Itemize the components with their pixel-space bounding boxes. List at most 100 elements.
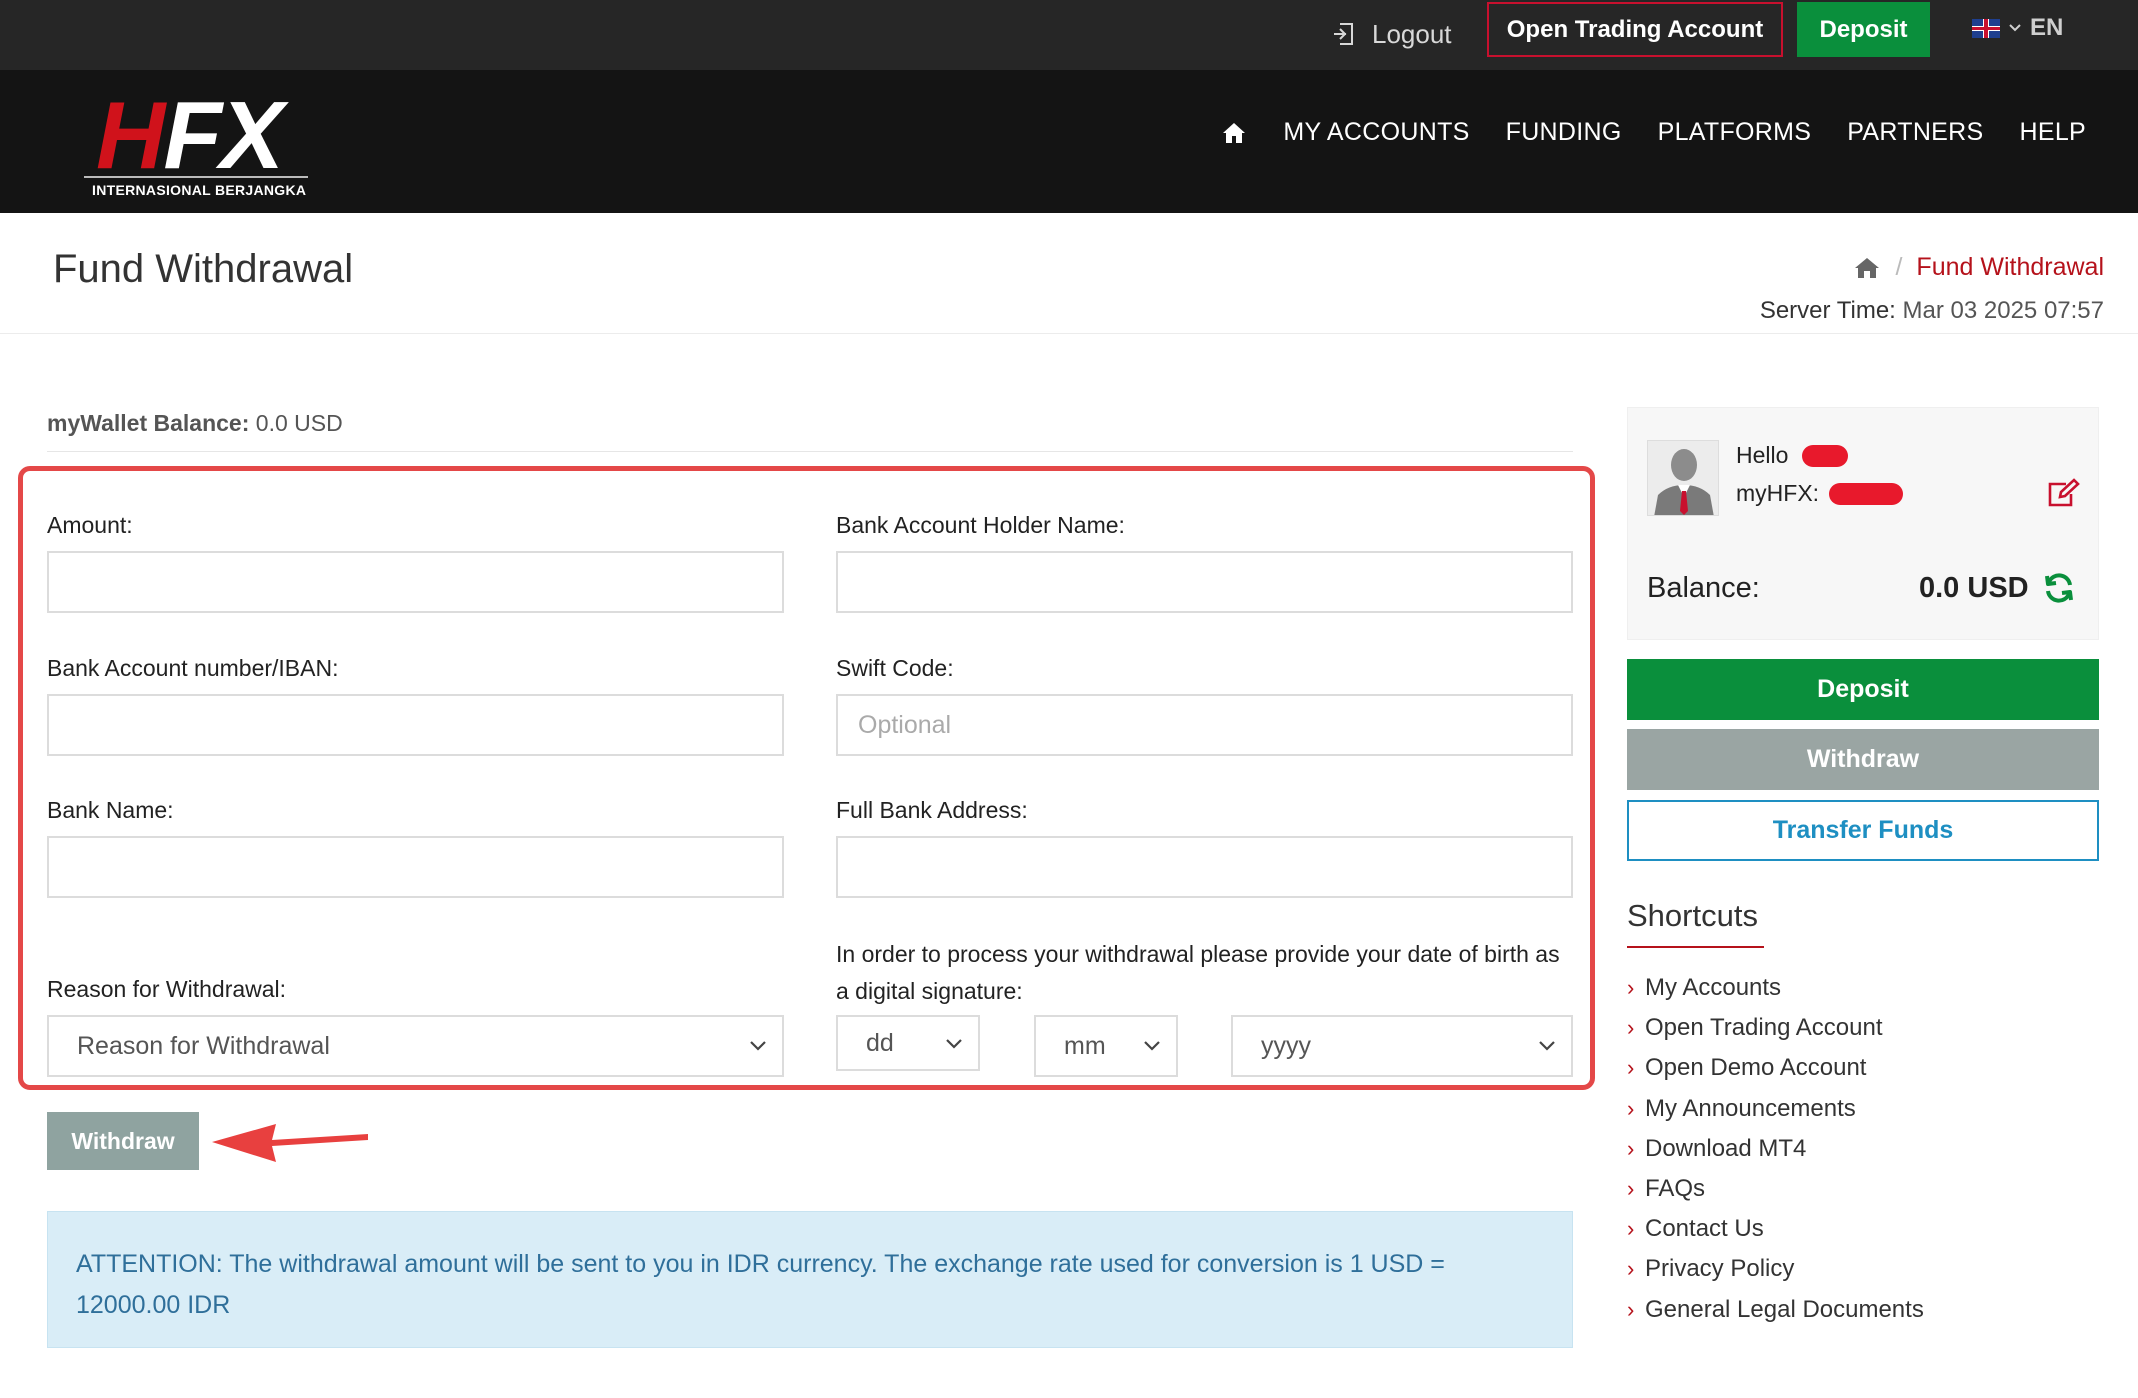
myhfx-label: myHFX:: [1736, 480, 1820, 506]
page-title: Fund Withdrawal: [53, 247, 354, 291]
home-icon[interactable]: [1853, 256, 1881, 280]
chevron-right-icon: ›: [1627, 1135, 1635, 1161]
wallet-balance: myWallet Balance: 0.0 USD: [47, 410, 343, 437]
chevron-right-icon: ›: [1627, 975, 1635, 1001]
chevron-right-icon: ›: [1627, 1015, 1635, 1041]
main-header: HFX INTERNASIONAL BERJANGKA MY ACCOUNTS …: [0, 70, 2138, 213]
bank-name-input[interactable]: [47, 836, 784, 898]
iban-input[interactable]: [47, 694, 784, 756]
amount-input[interactable]: [47, 551, 784, 613]
sidebar-transfer-funds-button[interactable]: Transfer Funds: [1627, 800, 2099, 861]
logo-letter-h: H: [96, 82, 165, 189]
dob-year-value: yyyy: [1261, 1031, 1311, 1060]
shortcut-label: Privacy Policy: [1645, 1255, 1795, 1283]
shortcut-label: Open Trading Account: [1645, 1014, 1883, 1042]
chevron-down-icon: [946, 1039, 962, 1049]
shortcut-general-legal-documents[interactable]: › General Legal Documents: [1627, 1290, 1924, 1330]
shortcut-open-trading-account[interactable]: › Open Trading Account: [1627, 1008, 1924, 1048]
chevron-down-icon: [1144, 1041, 1160, 1051]
attention-alert: ATTENTION: The withdrawal amount will be…: [47, 1211, 1573, 1348]
shortcut-open-demo-account[interactable]: › Open Demo Account: [1627, 1048, 1924, 1088]
shortcut-my-announcements[interactable]: › My Announcements: [1627, 1089, 1924, 1129]
hello-label: Hello: [1736, 442, 1789, 468]
logo-divider: [84, 176, 308, 178]
uk-flag-icon: [1972, 18, 2000, 38]
top-utility-bar: Logout Open Trading Account Deposit EN: [0, 0, 2138, 70]
holder-name-label: Bank Account Holder Name:: [836, 512, 1125, 538]
reason-select[interactable]: Reason for Withdrawal: [47, 1015, 784, 1077]
hello-greeting: Hello: [1736, 442, 1849, 469]
bank-address-input[interactable]: [836, 836, 1573, 898]
shortcut-label: Open Demo Account: [1645, 1054, 1867, 1082]
balance-label: Balance:: [1647, 572, 1760, 604]
chevron-down-icon: [2009, 24, 2021, 32]
shortcut-label: Download MT4: [1645, 1134, 1807, 1162]
chevron-right-icon: ›: [1627, 1055, 1635, 1081]
refresh-icon[interactable]: [2043, 572, 2075, 604]
chevron-right-icon: ›: [1627, 1216, 1635, 1242]
breadcrumb-separator: /: [1895, 253, 1903, 281]
shortcut-label: Contact Us: [1645, 1215, 1764, 1243]
redacted-id: [1829, 482, 1904, 505]
myhfx-id: myHFX:: [1736, 480, 1904, 507]
shortcuts-title: Shortcuts: [1627, 898, 1758, 933]
main-nav: MY ACCOUNTS FUNDING PLATFORMS PARTNERS H…: [1221, 118, 2086, 147]
dob-year-select[interactable]: yyyy: [1231, 1015, 1573, 1077]
swift-code-label: Swift Code:: [836, 655, 954, 681]
logo-wordmark: HFX: [96, 88, 284, 184]
iban-label: Bank Account number/IBAN:: [47, 655, 339, 681]
avatar: [1647, 440, 1719, 516]
deposit-top-button[interactable]: Deposit: [1797, 2, 1930, 57]
shortcut-label: General Legal Documents: [1645, 1295, 1924, 1323]
logout-link[interactable]: Logout: [1330, 10, 1452, 58]
logo-subtitle: INTERNASIONAL BERJANGKA: [92, 182, 307, 198]
language-selector[interactable]: EN: [1972, 10, 2063, 46]
shortcut-contact-us[interactable]: › Contact Us: [1627, 1209, 1924, 1249]
reason-label: Reason for Withdrawal:: [47, 976, 287, 1002]
nav-my-accounts[interactable]: MY ACCOUNTS: [1283, 118, 1469, 147]
home-icon[interactable]: [1221, 120, 1247, 146]
nav-partners[interactable]: PARTNERS: [1847, 118, 1983, 147]
sidebar-withdraw-button[interactable]: Withdraw: [1627, 729, 2099, 790]
sidebar-deposit-button[interactable]: Deposit: [1627, 659, 2099, 720]
hfx-logo[interactable]: HFX INTERNASIONAL BERJANGKA: [84, 88, 308, 198]
divider: [47, 451, 1573, 452]
dob-day-select[interactable]: dd: [836, 1015, 980, 1071]
edit-icon[interactable]: [2046, 478, 2080, 508]
server-time: Server Time: Mar 03 2025 07:57: [1760, 297, 2104, 325]
reason-selected-value: Reason for Withdrawal: [77, 1031, 330, 1060]
redacted-name: [1802, 444, 1849, 467]
server-time-value: Mar 03 2025 07:57: [1902, 297, 2104, 324]
nav-platforms[interactable]: PLATFORMS: [1658, 118, 1812, 147]
shortcut-download-mt4[interactable]: › Download MT4: [1627, 1129, 1924, 1169]
shortcut-my-accounts[interactable]: › My Accounts: [1627, 968, 1924, 1008]
chevron-down-icon: [750, 1041, 766, 1051]
holder-name-input[interactable]: [836, 551, 1573, 613]
red-arrow-annotation: [212, 1124, 368, 1162]
balance-value: 0.0 USD: [1919, 572, 2029, 604]
withdraw-submit-button[interactable]: Withdraw: [47, 1112, 199, 1170]
chevron-right-icon: ›: [1627, 1095, 1635, 1121]
nav-funding[interactable]: FUNDING: [1506, 118, 1622, 147]
chevron-down-icon: [1539, 1041, 1555, 1051]
logout-icon: [1334, 23, 1353, 45]
dob-day-value: dd: [866, 1028, 894, 1057]
shortcut-label: My Announcements: [1645, 1094, 1856, 1122]
dob-month-select[interactable]: mm: [1034, 1015, 1178, 1077]
breadcrumb-current[interactable]: Fund Withdrawal: [1916, 253, 2104, 282]
user-silhouette-icon: [1648, 441, 1718, 515]
dob-instructions: In order to process your withdrawal plea…: [836, 941, 1560, 1004]
chevron-right-icon: ›: [1627, 1256, 1635, 1282]
page-title-bar: Fund Withdrawal / Fund Withdrawal Server…: [0, 213, 2138, 334]
logout-label: Logout: [1372, 18, 1452, 49]
swift-code-input[interactable]: [836, 694, 1573, 756]
shortcut-label: My Accounts: [1645, 974, 1782, 1002]
shortcut-privacy-policy[interactable]: › Privacy Policy: [1627, 1249, 1924, 1289]
logo-letters-fx: FX: [163, 82, 284, 189]
chevron-right-icon: ›: [1627, 1296, 1635, 1322]
nav-help[interactable]: HELP: [2019, 118, 2086, 147]
amount-label: Amount:: [47, 512, 133, 538]
breadcrumb: / Fund Withdrawal: [1853, 253, 2104, 282]
shortcut-faqs[interactable]: › FAQs: [1627, 1169, 1924, 1209]
open-trading-account-button[interactable]: Open Trading Account: [1487, 2, 1783, 57]
